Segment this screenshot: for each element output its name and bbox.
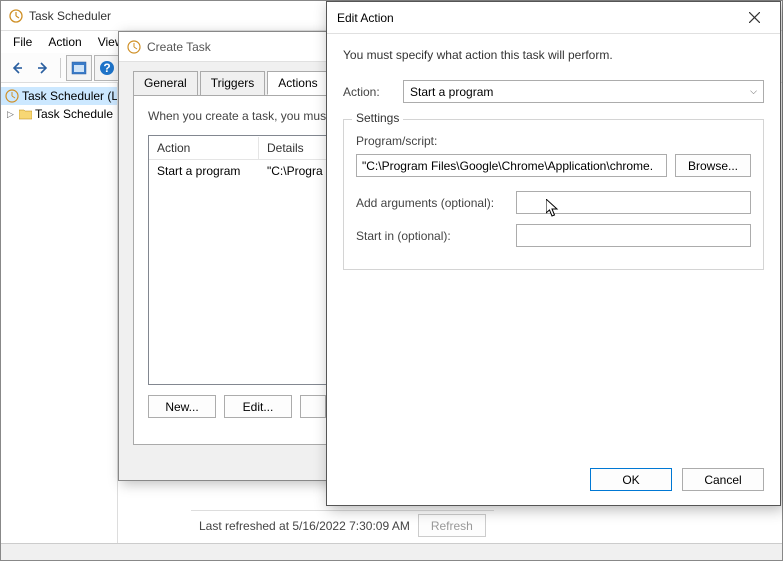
tab-general[interactable]: General — [133, 71, 198, 95]
startin-input[interactable] — [516, 224, 751, 247]
settings-legend: Settings — [352, 111, 403, 125]
edit-action-title: Edit Action — [337, 11, 738, 25]
menu-action[interactable]: Action — [40, 33, 89, 51]
edit-button[interactable]: Edit... — [224, 395, 292, 418]
tree-root[interactable]: Task Scheduler (L — [1, 87, 117, 105]
tree-child-label: Task Schedule — [35, 107, 113, 121]
new-button[interactable]: New... — [148, 395, 216, 418]
program-label: Program/script: — [356, 134, 751, 148]
toolbar-view-icon[interactable] — [66, 55, 92, 81]
startin-label: Start in (optional): — [356, 229, 506, 243]
bottom-bar — [1, 543, 782, 560]
tree-child[interactable]: ▷ Task Schedule — [1, 105, 117, 123]
task-scheduler-icon — [5, 89, 19, 103]
forward-button[interactable] — [31, 56, 55, 80]
action-combo[interactable]: Start a program ⌵ — [403, 80, 764, 103]
edit-action-dialog: Edit Action You must specify what action… — [326, 1, 781, 506]
row-action: Start a program — [149, 162, 259, 180]
statusbar: Last refreshed at 5/16/2022 7:30:09 AM R… — [191, 510, 494, 540]
col-action[interactable]: Action — [149, 137, 259, 159]
expand-icon[interactable]: ▷ — [5, 109, 16, 120]
svg-text:?: ? — [103, 61, 110, 75]
edit-action-instruction: You must specify what action this task w… — [343, 48, 764, 62]
status-text: Last refreshed at 5/16/2022 7:30:09 AM — [199, 519, 410, 533]
arguments-label: Add arguments (optional): — [356, 196, 506, 210]
task-scheduler-icon — [127, 40, 141, 54]
settings-fieldset: Settings Program/script: Browse... Add a… — [343, 119, 764, 270]
create-task-title: Create Task — [147, 40, 211, 54]
program-input[interactable] — [356, 154, 667, 177]
cancel-button[interactable]: Cancel — [682, 468, 764, 491]
delete-button[interactable] — [300, 395, 326, 418]
edit-action-titlebar: Edit Action — [327, 2, 780, 34]
chevron-down-icon: ⌵ — [750, 86, 757, 97]
folder-icon — [19, 109, 32, 120]
action-label: Action: — [343, 85, 393, 99]
back-button[interactable] — [5, 56, 29, 80]
close-button[interactable] — [738, 5, 770, 31]
action-combo-value: Start a program — [410, 85, 493, 99]
browse-button[interactable]: Browse... — [675, 154, 751, 177]
tree-root-label: Task Scheduler (L — [22, 89, 117, 103]
task-scheduler-icon — [9, 9, 23, 23]
menu-file[interactable]: File — [5, 33, 40, 51]
tree-panel: Task Scheduler (L ▷ Task Schedule — [1, 83, 118, 560]
ok-button[interactable]: OK — [590, 468, 672, 491]
toolbar-separator — [60, 58, 61, 78]
toolbar-help-icon[interactable]: ? — [94, 55, 120, 81]
arguments-input[interactable] — [516, 191, 751, 214]
refresh-button[interactable]: Refresh — [418, 514, 486, 537]
tab-triggers[interactable]: Triggers — [200, 71, 266, 95]
tab-actions[interactable]: Actions — [267, 71, 328, 95]
